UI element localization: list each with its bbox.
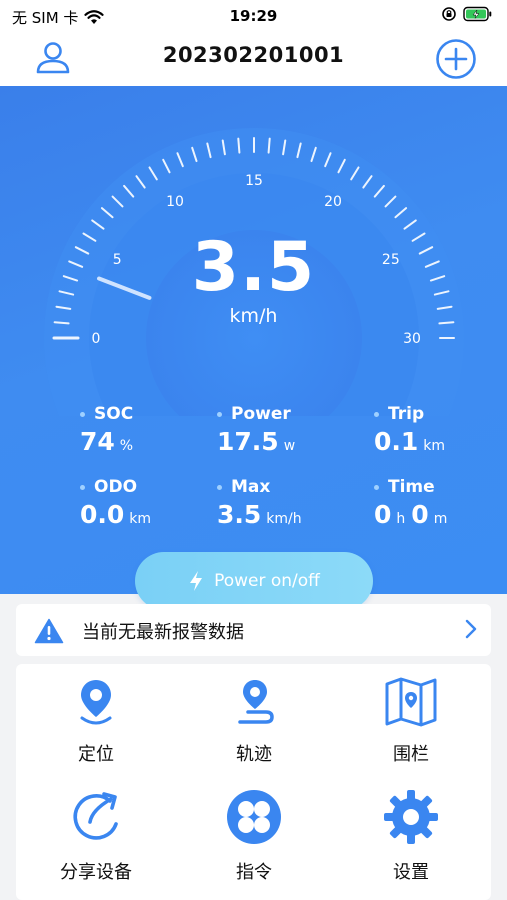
function-label: 定位: [78, 744, 114, 765]
bullet-dot: [80, 411, 85, 417]
app-header: 202302201001: [0, 34, 507, 86]
stat-label: Time: [388, 477, 435, 497]
stat-hours-unit: h: [396, 511, 406, 527]
bullet-dot: [217, 411, 222, 417]
gauge-tick-label: 0: [92, 331, 101, 347]
stat-time: Time 0h0m: [374, 477, 447, 529]
stat-value: 0.0: [80, 500, 125, 529]
function-command[interactable]: 指令: [184, 788, 324, 884]
function-fence[interactable]: 围栏: [341, 676, 481, 766]
stat-unit: km: [129, 511, 152, 527]
settings-gear-icon: [384, 790, 438, 844]
lightning-icon: [190, 571, 203, 591]
share-icon: [73, 792, 118, 840]
stat-minutes-unit: m: [433, 511, 448, 527]
stat-odo: ODO 0.0 km: [80, 477, 151, 529]
stat-value: 0.1: [374, 427, 419, 456]
function-share[interactable]: 分享设备: [26, 788, 166, 884]
device-id-title: 202302201001: [162, 43, 345, 67]
bullet-dot: [217, 484, 222, 490]
stat-power: Power 17.5 w: [217, 404, 295, 456]
stat-unit: %: [119, 438, 134, 454]
command-icon: [227, 790, 281, 844]
bullet-dot: [374, 484, 379, 490]
stat-hours-value: 0: [374, 500, 392, 529]
function-track[interactable]: 轨迹: [184, 676, 324, 766]
function-label: 分享设备: [60, 862, 132, 883]
stat-unit: w: [283, 438, 296, 454]
function-label: 设置: [393, 862, 429, 883]
stat-value: 74: [80, 427, 115, 456]
function-label: 轨迹: [236, 744, 272, 765]
gauge-tick-label: 20: [324, 194, 342, 210]
gauge-tick-label: 30: [403, 331, 421, 347]
status-bar: 无 SIM 卡 19:29: [0, 0, 507, 34]
function-grid: 定位 轨迹 围栏 分享设备 指令 设置: [16, 664, 491, 900]
power-toggle-button[interactable]: Power on/off: [135, 552, 373, 610]
power-button-label: Power on/off: [214, 571, 320, 591]
stat-value: 17.5: [217, 427, 279, 456]
clock: 19:29: [229, 7, 278, 25]
warning-icon: [34, 618, 64, 644]
stat-trip: Trip 0.1 km: [374, 404, 445, 456]
map-fence-icon: [385, 677, 437, 727]
stat-soc: SOC 74%: [80, 404, 133, 456]
chevron-right-icon: [465, 619, 477, 639]
function-locate[interactable]: 定位: [26, 676, 166, 766]
stat-minutes-value: 0: [411, 500, 429, 529]
function-label: 围栏: [393, 744, 429, 765]
location-pin-icon: [80, 680, 112, 725]
speed-unit: km/h: [229, 305, 278, 327]
stat-max: Max 3.5 km/h: [217, 477, 302, 529]
bullet-dot: [374, 411, 379, 417]
orientation-lock-icon: [442, 7, 456, 21]
plus-circle-icon[interactable]: [435, 38, 477, 80]
battery-charging-icon: [463, 6, 492, 22]
stat-value: 3.5: [217, 500, 262, 529]
alarm-text: 当前无最新报警数据: [82, 622, 244, 643]
bullet-dot: [80, 484, 85, 490]
speedometer-panel: 0 5 10 15 20 25 30 3.5 km/h SOC 74% Power 17.5…: [0, 86, 507, 594]
function-label: 指令: [236, 862, 272, 883]
track-icon: [238, 680, 274, 724]
function-settings[interactable]: 设置: [341, 788, 481, 884]
stat-label: Power: [231, 404, 291, 424]
alarm-banner[interactable]: 当前无最新报警数据: [16, 604, 491, 656]
stat-unit: km/h: [266, 511, 302, 527]
stat-label: Trip: [388, 404, 425, 424]
stat-unit: km: [423, 438, 446, 454]
gauge-tick-label: 15: [245, 173, 263, 189]
stat-label: ODO: [94, 477, 138, 497]
stat-label: Max: [231, 477, 271, 497]
speed-value: 3.5: [191, 228, 316, 307]
gauge-tick-label: 10: [166, 194, 184, 210]
gauge-tick: [267, 137, 271, 154]
stat-label: SOC: [94, 404, 134, 424]
gauge-tick: [237, 137, 241, 154]
